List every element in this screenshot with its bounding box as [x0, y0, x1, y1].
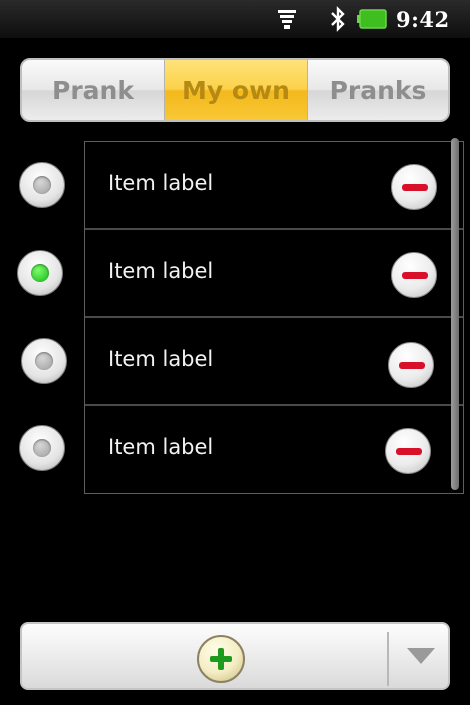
radio-indicator — [31, 264, 49, 282]
list-item[interactable]: Item label — [85, 318, 463, 406]
radio-item-2[interactable] — [17, 250, 63, 296]
status-time: 9:42 — [396, 7, 450, 32]
radio-indicator — [35, 352, 53, 370]
radio-item-4[interactable] — [19, 425, 65, 471]
item-label: Item label — [108, 347, 214, 371]
radio-indicator — [33, 176, 51, 194]
remove-item-button[interactable] — [388, 342, 434, 388]
divider — [387, 632, 389, 686]
radio-indicator — [33, 439, 51, 457]
item-list: Item label Item label Item label Item la… — [84, 141, 464, 494]
tab-prank[interactable]: Prank — [22, 60, 165, 120]
list-scrollbar[interactable] — [451, 138, 459, 490]
item-label: Item label — [108, 259, 214, 283]
list-item[interactable]: Item label — [85, 230, 463, 318]
list-item[interactable]: Item label — [85, 406, 463, 494]
bottom-bar — [20, 622, 450, 690]
battery-icon — [357, 9, 387, 29]
bluetooth-icon — [331, 6, 345, 32]
tab-bar: Prank My own Pranks — [20, 58, 450, 122]
remove-item-button[interactable] — [391, 252, 437, 298]
item-label: Item label — [108, 435, 214, 459]
list-item[interactable]: Item label — [85, 142, 463, 230]
remove-item-button[interactable] — [385, 428, 431, 474]
tab-my-own[interactable]: My own — [165, 60, 308, 120]
remove-item-button[interactable] — [391, 164, 437, 210]
triangle-down-icon — [407, 648, 435, 664]
dropdown-button[interactable] — [390, 624, 448, 688]
tab-pranks[interactable]: Pranks — [308, 60, 448, 120]
add-item-button[interactable] — [197, 635, 245, 683]
radio-item-1[interactable] — [19, 162, 65, 208]
radio-item-3[interactable] — [21, 338, 67, 384]
status-bar: 9:42 — [0, 0, 470, 38]
wifi-icon — [278, 10, 296, 29]
plus-icon — [210, 648, 232, 670]
item-label: Item label — [108, 171, 214, 195]
